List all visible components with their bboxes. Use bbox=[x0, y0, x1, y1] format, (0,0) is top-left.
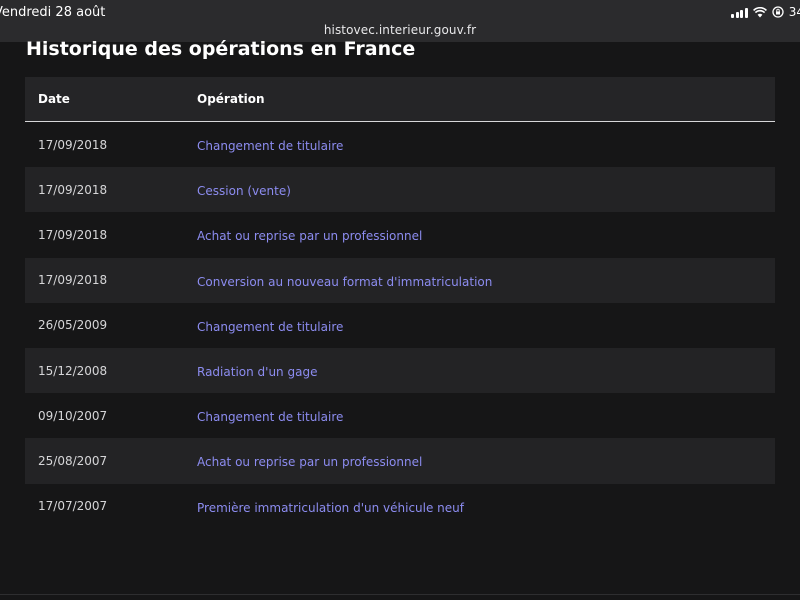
table-row: 17/09/2018 Achat ou reprise par un profe… bbox=[25, 212, 775, 257]
table-row: 09/10/2007 Changement de titulaire bbox=[25, 393, 775, 438]
row-date: 25/08/2007 bbox=[38, 453, 108, 468]
table-row: 15/12/2008 Radiation d'un gage bbox=[25, 347, 775, 394]
column-header-date: Date bbox=[38, 92, 70, 106]
column-header-operation: Opération bbox=[197, 92, 265, 106]
table-row: 25/08/2007 Achat ou reprise par un profe… bbox=[25, 438, 775, 484]
lock-rotation-icon bbox=[772, 6, 784, 18]
operation-link[interactable]: Première immatriculation d'un véhicule n… bbox=[197, 501, 464, 515]
operation-link[interactable]: Conversion au nouveau format d'immatricu… bbox=[197, 275, 492, 289]
bottom-divider bbox=[0, 594, 800, 595]
address-bar-url[interactable]: histovec.interieur.gouv.fr bbox=[0, 23, 800, 37]
operation-link[interactable]: Changement de titulaire bbox=[197, 139, 343, 153]
operation-link[interactable]: Cession (vente) bbox=[197, 184, 291, 198]
table-row: 17/09/2018 Cession (vente) bbox=[25, 167, 775, 213]
operations-table: Date Opération 17/09/2018 Changement de … bbox=[25, 77, 775, 529]
status-time: Vendredi 28 août bbox=[0, 5, 106, 20]
operation-link[interactable]: Radiation d'un gage bbox=[197, 365, 317, 379]
row-date: 09/10/2007 bbox=[38, 408, 108, 423]
row-date: 17/07/2007 bbox=[38, 499, 108, 514]
signal-icon bbox=[731, 7, 748, 18]
page-title: Historique des opérations en France bbox=[26, 38, 416, 60]
table-row: 17/09/2018 Conversion au nouveau format … bbox=[25, 257, 775, 303]
row-date: 17/09/2018 bbox=[38, 227, 108, 242]
row-date: 26/05/2009 bbox=[38, 318, 108, 333]
screen: Vendredi 28 août 34 histovec.interieur.g… bbox=[0, 0, 800, 600]
operation-link[interactable]: Changement de titulaire bbox=[197, 320, 343, 334]
operation-link[interactable]: Achat ou reprise par un professionnel bbox=[197, 455, 422, 469]
row-date: 17/09/2018 bbox=[38, 137, 108, 152]
row-date: 15/12/2008 bbox=[38, 363, 108, 378]
operation-link[interactable]: Changement de titulaire bbox=[197, 410, 343, 424]
table-header-row: Date Opération bbox=[25, 77, 775, 122]
operation-link[interactable]: Achat ou reprise par un professionnel bbox=[197, 229, 422, 243]
status-icons: 34 bbox=[731, 5, 800, 19]
table-row: 26/05/2009 Changement de titulaire bbox=[25, 303, 775, 348]
browser-top-bar: Vendredi 28 août 34 histovec.interieur.g… bbox=[0, 0, 800, 42]
wifi-icon bbox=[752, 6, 767, 17]
table-row: 17/07/2007 Première immatriculation d'un… bbox=[25, 484, 775, 529]
table-row: 17/09/2018 Changement de titulaire bbox=[25, 122, 775, 167]
battery-percentage: 34 bbox=[788, 5, 800, 19]
row-date: 17/09/2018 bbox=[38, 273, 108, 288]
row-date: 17/09/2018 bbox=[38, 182, 108, 197]
